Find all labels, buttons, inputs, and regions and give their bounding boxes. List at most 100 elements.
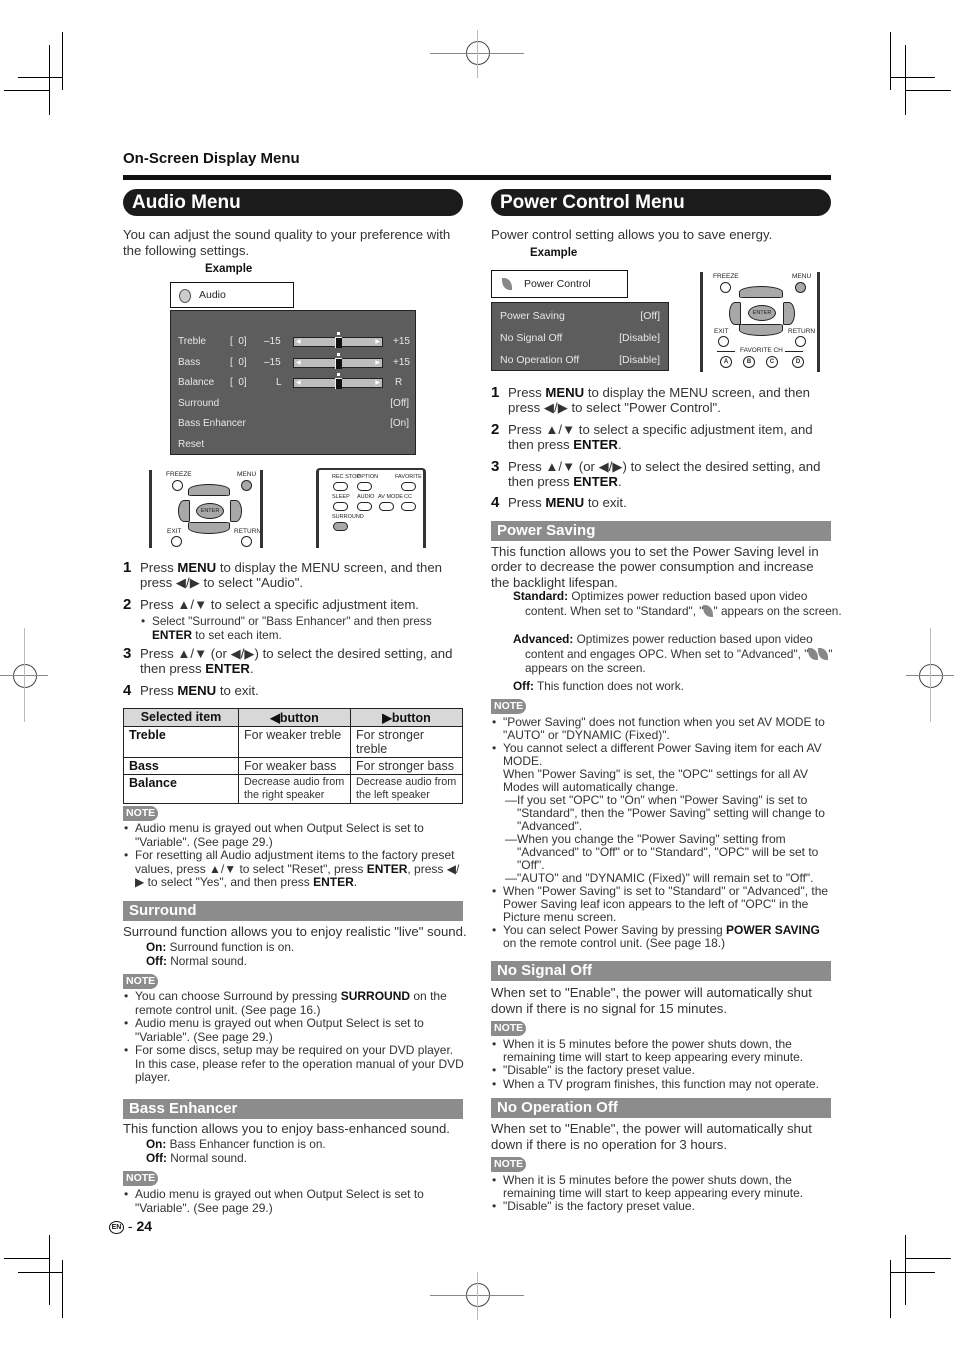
power-saving-standard: Standard: Optimizes power reduction base…	[513, 589, 842, 618]
osd-row-label: Surround	[178, 397, 220, 409]
left-button[interactable]	[178, 500, 190, 522]
note-item: Audio menu is grayed out when Output Sel…	[123, 821, 465, 849]
surround-desc: Surround function allows you to enjoy re…	[123, 924, 467, 939]
exit-label: EXIT	[714, 328, 729, 335]
surround-notes: You can choose Surround by pressing SURR…	[123, 989, 465, 1085]
bass-enhancer-off: Off: Normal sound.	[146, 1151, 247, 1165]
bass-enhancer-on: On: Bass Enhancer function is on.	[146, 1137, 326, 1151]
favorite-c-button[interactable]: C	[766, 356, 778, 368]
left-button[interactable]	[729, 302, 741, 325]
exit-button[interactable]	[171, 536, 182, 547]
option-button[interactable]	[357, 482, 372, 491]
note-item: "Power Saving" does not function when yo…	[491, 716, 833, 742]
return-button[interactable]	[795, 336, 806, 347]
down-button[interactable]	[188, 522, 230, 534]
no-operation-off-desc: When set to "Enable", the power will aut…	[491, 1121, 812, 1152]
slider-knob[interactable]	[335, 357, 342, 369]
power-saving-advanced: Advanced: Optimizes power reduction base…	[513, 632, 833, 675]
down-button[interactable]	[739, 324, 783, 336]
header-rule	[123, 175, 831, 180]
osd-row-setting: [Off]	[640, 310, 660, 322]
cc-button[interactable]	[401, 502, 416, 511]
right-button[interactable]	[230, 500, 242, 522]
en-language-icon: EN	[109, 1221, 124, 1234]
exit-button[interactable]	[718, 336, 729, 347]
osd-row-reset[interactable]: Reset	[171, 437, 415, 453]
osd-row-power-saving[interactable]: Power Saving [Off]	[492, 308, 668, 324]
slider-knob[interactable]	[335, 378, 342, 390]
note-item: When it is 5 minutes before the power sh…	[491, 1173, 836, 1200]
freeze-button[interactable]	[720, 282, 731, 293]
surround-button[interactable]	[333, 522, 348, 531]
note-badge: NOTE	[491, 1157, 526, 1172]
note-badge: NOTE	[123, 974, 158, 989]
table-row: Balance Decrease audio from the right spe…	[123, 774, 464, 804]
osd-row-surround[interactable]: Surround [Off]	[171, 396, 415, 412]
osd-row-no-signal-off[interactable]: No Signal Off [Disable]	[492, 330, 668, 346]
power-osd-title: Power Control	[491, 270, 628, 298]
level-slider[interactable]: ◀ ▶	[293, 352, 383, 369]
menu-button[interactable]	[795, 282, 806, 293]
table-header-cell: ◀button	[237, 708, 351, 727]
slider-knob[interactable]	[335, 337, 342, 348]
table-header-cell: Selected item	[123, 708, 239, 727]
osd-row-setting: [Disable]	[619, 332, 660, 344]
table-cell: For weaker treble	[237, 726, 351, 758]
note-badge: NOTE	[123, 806, 158, 821]
menu-button[interactable]	[241, 480, 252, 491]
favorite-a-button[interactable]: A	[720, 356, 732, 368]
audio-menu-title: Audio Menu	[123, 189, 463, 216]
step-number: 4	[123, 682, 132, 699]
step-number: 1	[123, 559, 132, 576]
audio-button[interactable]	[357, 502, 372, 511]
favorite-d-button[interactable]: D	[792, 356, 804, 368]
favorite-label: FAVORITE	[395, 474, 422, 480]
note-item: You cannot select a different Power Savi…	[491, 742, 833, 885]
registration-mark-top	[430, 30, 524, 78]
osd-row-value: [ 0]	[230, 336, 247, 347]
rec-stop-button[interactable]	[333, 482, 348, 491]
page-sep: -	[127, 1218, 133, 1234]
enter-button[interactable]: ENTER	[748, 305, 776, 321]
osd-row-value: [ 0]	[230, 377, 247, 389]
audio-example-label: Example	[205, 263, 253, 275]
freeze-label: FREEZE	[713, 273, 739, 280]
audio-label: AUDIO	[357, 494, 375, 500]
enter-button[interactable]: ENTER	[196, 503, 224, 519]
osd-row-label: Power Saving	[500, 310, 565, 322]
favorite-b-button[interactable]: B	[743, 356, 755, 368]
right-button[interactable]	[783, 302, 795, 325]
note-item: When it is 5 minutes before the power sh…	[491, 1037, 836, 1064]
no-signal-off-heading: No Signal Off	[491, 961, 831, 981]
no-signal-off-desc: When set to "Enable", the power will aut…	[491, 985, 812, 1016]
note-item: For resetting all Audio adjustment items…	[123, 848, 465, 890]
sleep-button[interactable]	[333, 502, 348, 511]
return-label: RETURN	[788, 328, 816, 335]
note-item: "Disable" is the factory preset value.	[491, 1200, 836, 1214]
favorite-line-right	[785, 351, 803, 352]
table-cell: For stronger bass	[349, 757, 464, 775]
note-item: When a TV program finishes, this functio…	[491, 1077, 836, 1091]
osd-row-bass-enhancer[interactable]: Bass Enhancer [On]	[171, 416, 415, 432]
note-badge: NOTE	[123, 1171, 158, 1186]
freeze-button[interactable]	[172, 480, 183, 491]
osd-row-no-operation-off[interactable]: No Operation Off [Disable]	[492, 352, 668, 368]
bass-enhancer-heading: Bass Enhancer	[123, 1099, 463, 1119]
favorite-button[interactable]	[401, 482, 416, 491]
osd-row-bass[interactable]: Bass[ 0] –15 +15 ◀ ▶	[171, 352, 415, 371]
osd-row-treble[interactable]: Treble[ 0] –15 +15 ◀ ▶	[171, 332, 415, 350]
osd-row-balance[interactable]: Balance[ 0] L R ◀ ▶	[171, 373, 415, 391]
slider-right-arrow-icon: ▶	[375, 359, 380, 366]
av-mode-button[interactable]	[379, 502, 394, 511]
table-header-row: Selected item ◀button ▶button	[123, 708, 464, 727]
up-button[interactable]	[739, 286, 783, 298]
slider-left-arrow-icon: ◀	[296, 339, 301, 345]
power-osd-title-text: Power Control	[524, 278, 591, 290]
step-number: 1	[491, 384, 500, 401]
section-header: On-Screen Display Menu	[123, 150, 300, 167]
level-slider[interactable]: ◀ ▶	[293, 332, 383, 348]
level-slider[interactable]: ◀ ▶	[293, 373, 383, 390]
up-button[interactable]	[188, 484, 230, 496]
return-button[interactable]	[241, 536, 252, 547]
osd-row-label: Treble	[178, 336, 206, 347]
